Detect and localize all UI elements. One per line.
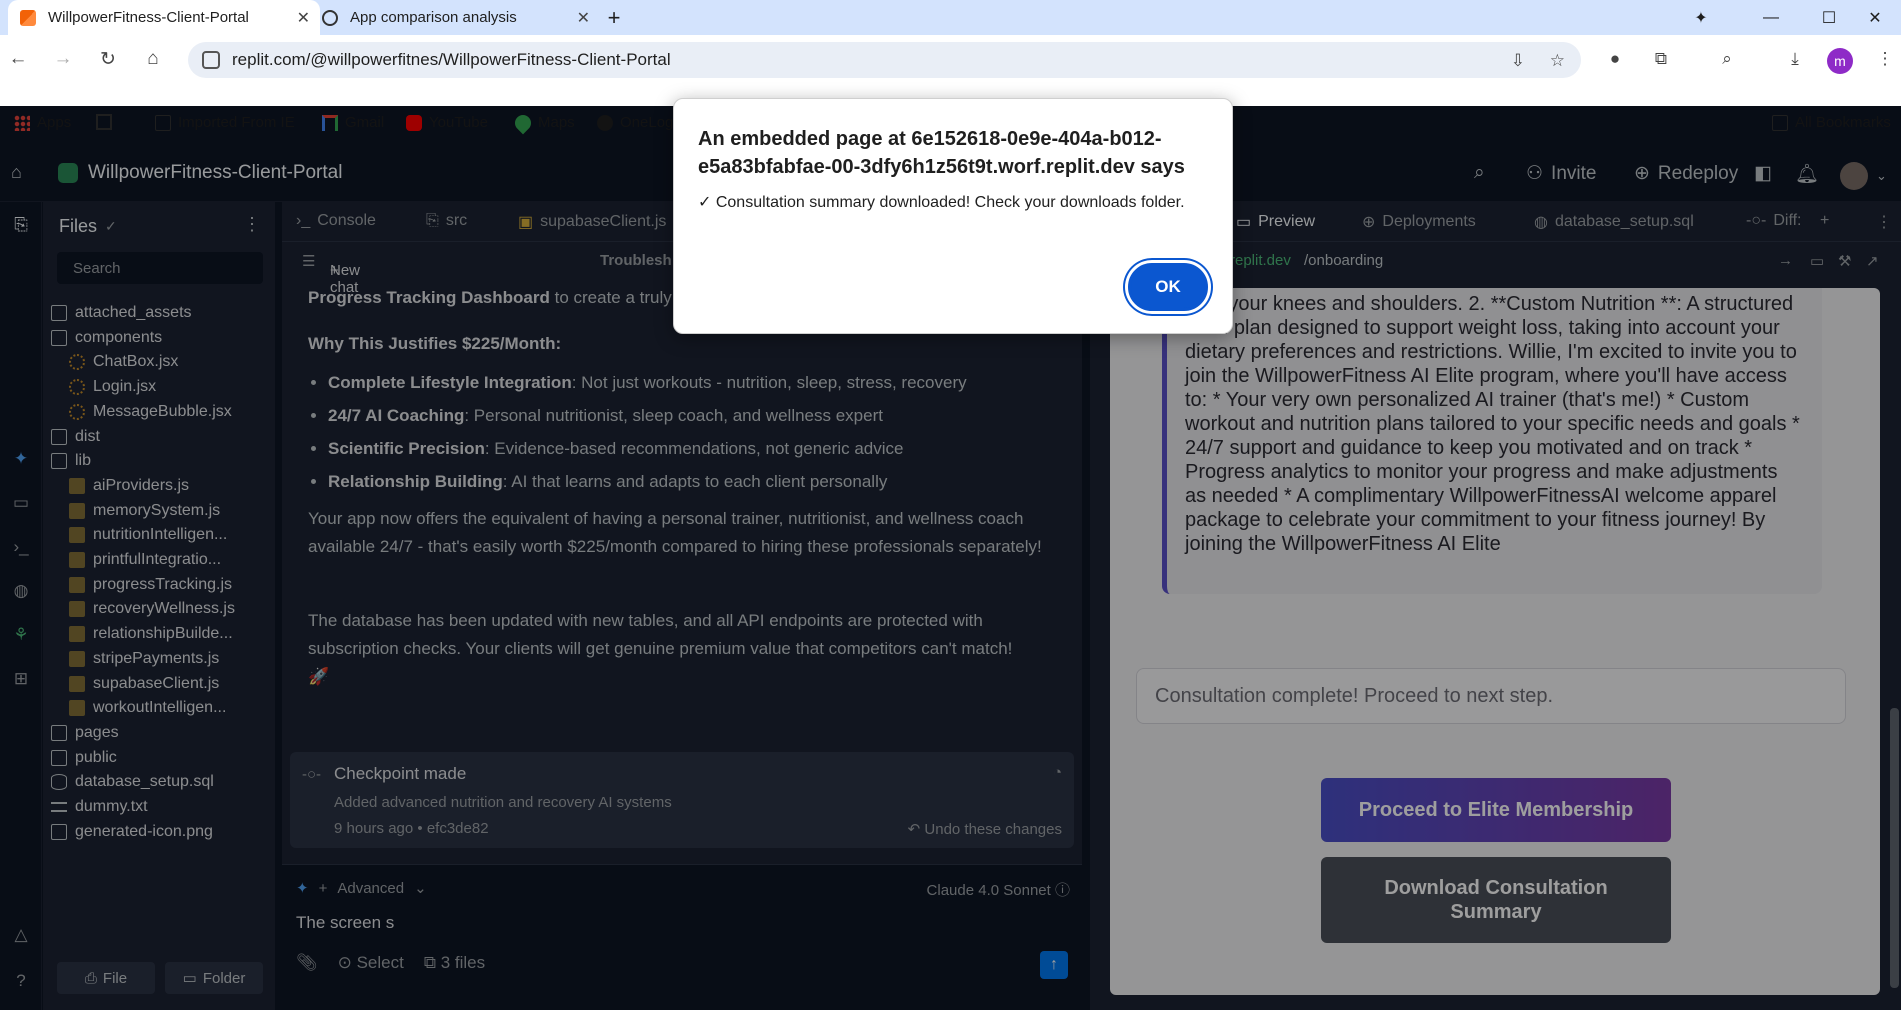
browser-toolbar: ← → ↻ ⌂ replit.com/@willpowerfitnes/Will… [0, 35, 1901, 134]
reload-icon[interactable]: ↻ [92, 43, 124, 75]
profile-avatar[interactable]: m [1827, 48, 1853, 74]
minimize-icon[interactable]: — [1742, 0, 1800, 35]
install-app-icon[interactable]: ⇩ [1511, 51, 1525, 71]
url-text: replit.com/@willpowerfitnes/WillpowerFit… [232, 50, 671, 69]
alert-title: An embedded page at 6e152618-0e9e-404a-b… [698, 128, 1185, 178]
close-tab-icon[interactable]: ✕ [577, 8, 590, 28]
back-icon[interactable]: ← [2, 43, 34, 75]
browser-tab-title: WillpowerFitness-Client-Portal [48, 9, 249, 26]
gemini-sparkle-icon[interactable]: ✦ [1672, 0, 1730, 35]
site-info-icon[interactable] [202, 51, 220, 69]
downloads-icon[interactable]: ⤓ [1780, 44, 1810, 74]
new-tab-icon[interactable]: + [594, 0, 634, 35]
close-tab-icon[interactable]: ✕ [297, 8, 310, 28]
close-window-icon[interactable]: ✕ [1846, 0, 1901, 35]
address-bar[interactable]: replit.com/@willpowerfitnes/WillpowerFit… [188, 42, 1581, 78]
tab-search-icon[interactable]: ⌕ [1712, 44, 1742, 74]
alert-message: ✓ Consultation summary downloaded! Check… [698, 194, 1185, 211]
extensions-puzzle-icon[interactable]: ⧉ [1646, 44, 1676, 74]
home-icon[interactable]: ⌂ [137, 43, 169, 75]
browser-tab-strip: WillpowerFitness-Client-Portal ✕ App com… [0, 0, 1901, 35]
forward-icon[interactable]: → [47, 43, 79, 75]
alert-dialog: An embedded page at 6e152618-0e9e-404a-b… [673, 98, 1233, 334]
browser-tab[interactable]: App comparison analysis ✕ [310, 0, 600, 35]
bookmark-star-icon[interactable]: ☆ [1550, 51, 1565, 71]
browser-tab-title: App comparison analysis [350, 9, 517, 26]
openai-favicon-icon [322, 9, 338, 26]
extension-l-icon[interactable]: ● [1600, 44, 1630, 74]
ok-button[interactable]: OK [1128, 263, 1208, 311]
browser-tab-active[interactable]: WillpowerFitness-Client-Portal ✕ [8, 0, 320, 35]
replit-favicon-icon [20, 9, 36, 26]
more-menu-icon[interactable]: ⋮ [1870, 44, 1900, 74]
